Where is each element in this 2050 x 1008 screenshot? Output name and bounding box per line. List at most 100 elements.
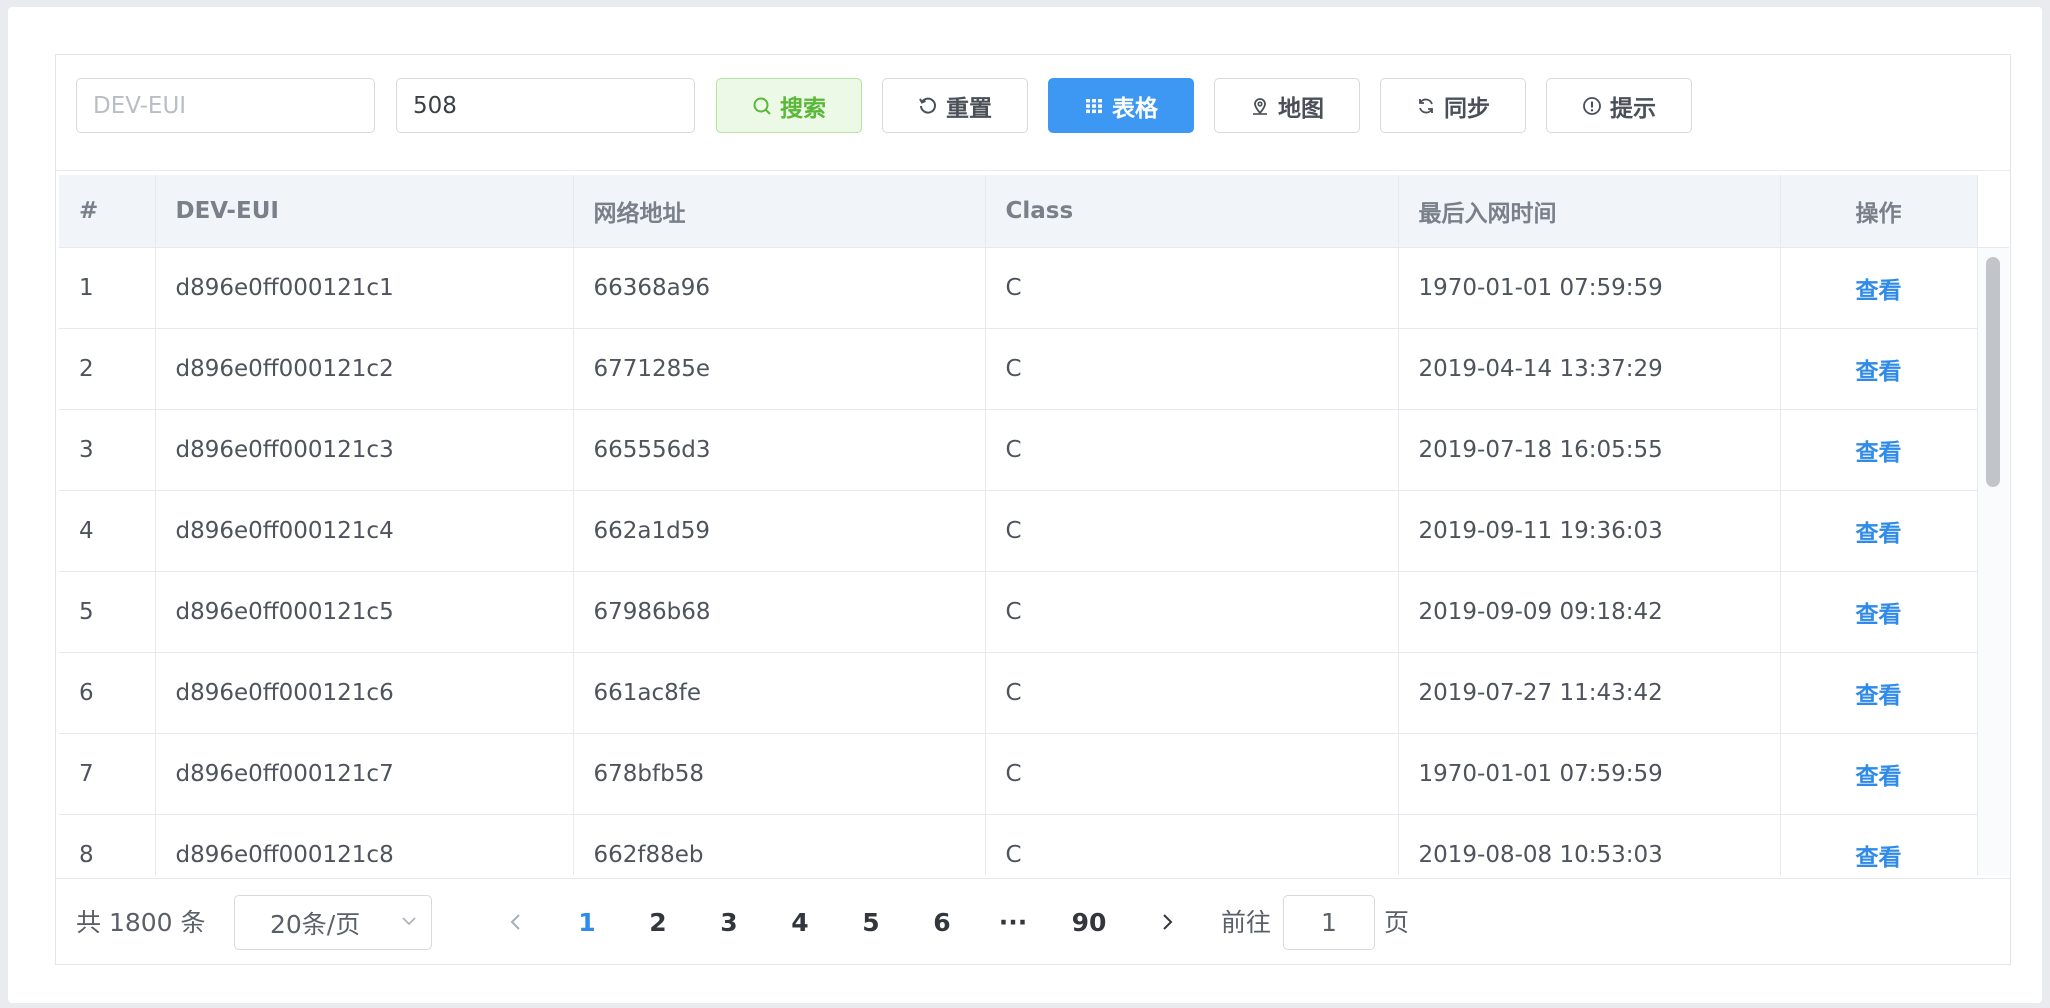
table-cell: 2019-09-09 09:18:42 (1398, 571, 1781, 653)
col-header-dev-eui[interactable]: DEV-EUI (155, 175, 574, 248)
map-view-button[interactable]: 地图 (1214, 78, 1360, 133)
page-size-select[interactable]: 20条/页 (234, 895, 432, 950)
table-cell: C (985, 409, 1399, 491)
reset-button[interactable]: 重置 (882, 78, 1028, 133)
table-cell: 查看 (1780, 571, 1978, 653)
table-cell: 2 (59, 328, 156, 410)
view-link[interactable]: 查看 (1856, 440, 1902, 466)
table-cell: 2019-07-18 16:05:55 (1398, 409, 1781, 491)
sync-button[interactable]: 同步 (1380, 78, 1526, 133)
page-button-1[interactable]: 1 (564, 897, 610, 947)
sync-button-label: 同步 (1444, 95, 1490, 122)
cell-index: 3 (79, 437, 94, 463)
cell-last-join-time: 2019-04-14 13:37:29 (1418, 356, 1663, 382)
cell-dev-eui: d896e0ff000121c7 (175, 761, 394, 787)
search-button[interactable]: 搜索 (716, 78, 862, 133)
map-view-button-label: 地图 (1278, 95, 1324, 122)
page-button-6[interactable]: 6 (919, 897, 965, 947)
second-filter-input[interactable] (396, 78, 695, 133)
device-table-container: # DEV-EUI 网络地址 Class 最后入网时间 操作 1 d896e0ff… (59, 175, 2009, 875)
page-button-5[interactable]: 5 (848, 897, 894, 947)
cell-index: 7 (79, 761, 94, 787)
chevron-down-icon (402, 917, 416, 926)
page-container: 搜索 重置 表格 地图 同步 (8, 7, 2042, 1003)
next-page-button[interactable] (1144, 897, 1190, 947)
view-link[interactable]: 查看 (1856, 278, 1902, 304)
cell-index: 8 (79, 842, 94, 868)
table-row: 7 d896e0ff000121c7 678bfb58 C 1970-01-01 07:… (59, 733, 1978, 815)
table-cell: 7 (59, 733, 156, 815)
col-header-last-join-time[interactable]: 最后入网时间 (1398, 175, 1781, 248)
table-view-button[interactable]: 表格 (1048, 78, 1194, 133)
cell-dev-eui: d896e0ff000121c1 (175, 275, 394, 301)
device-table: # DEV-EUI 网络地址 Class 最后入网时间 操作 1 d896e0ff… (59, 175, 1978, 875)
cell-network-address: 678bfb58 (593, 761, 704, 787)
table-cell: 查看 (1780, 247, 1978, 329)
table-cell: 4 (59, 490, 156, 572)
cell-network-address: 665556d3 (593, 437, 711, 463)
table-cell: 2019-04-14 13:37:29 (1398, 328, 1781, 410)
table-cell: d896e0ff000121c8 (155, 814, 574, 875)
table-cell: 查看 (1780, 328, 1978, 410)
cell-network-address: 6771285e (593, 356, 711, 382)
table-row: 1 d896e0ff000121c1 66368a96 C 1970-01-01 07:… (59, 247, 1978, 329)
table-body: 1 d896e0ff000121c1 66368a96 C 1970-01-01 07:… (59, 247, 1978, 875)
view-link[interactable]: 查看 (1856, 521, 1902, 547)
reset-button-label: 重置 (946, 95, 992, 122)
cell-network-address: 662f88eb (593, 842, 704, 868)
table-cell: C (985, 328, 1399, 410)
table-cell: 1970-01-01 07:59:59 (1398, 733, 1781, 815)
table-cell: C (985, 814, 1399, 875)
view-link[interactable]: 查看 (1856, 764, 1902, 790)
table-header-row: # DEV-EUI 网络地址 Class 最后入网时间 操作 (59, 175, 1978, 248)
table-cell: d896e0ff000121c2 (155, 328, 574, 410)
cell-dev-eui: d896e0ff000121c8 (175, 842, 394, 868)
table-cell: 8 (59, 814, 156, 875)
cell-last-join-time: 2019-07-27 11:43:42 (1418, 680, 1663, 706)
goto-suffix-label: 页 (1384, 908, 1410, 937)
page-button-4[interactable]: 4 (777, 897, 823, 947)
table-cell: C (985, 733, 1399, 815)
table-cell: 3 (59, 409, 156, 491)
table-row: 6 d896e0ff000121c6 661ac8fe C 2019-07-27 11:… (59, 652, 1978, 734)
table-cell: d896e0ff000121c6 (155, 652, 574, 734)
table-cell: 1970-01-01 07:59:59 (1398, 247, 1781, 329)
table-cell: 66368a96 (573, 247, 986, 329)
cell-class: C (1005, 356, 1022, 382)
col-header-class[interactable]: Class (985, 175, 1399, 248)
page-size-value: 20条/页 (270, 909, 361, 939)
page-button-3[interactable]: 3 (706, 897, 752, 947)
goto-page-input[interactable] (1283, 895, 1375, 950)
col-header-actions: 操作 (1780, 175, 1978, 248)
prev-page-button[interactable] (493, 897, 539, 947)
cell-index: 2 (79, 356, 94, 382)
cell-network-address: 662a1d59 (593, 518, 711, 544)
cell-dev-eui: d896e0ff000121c5 (175, 599, 394, 625)
view-link[interactable]: 查看 (1856, 359, 1902, 385)
cell-class: C (1005, 761, 1022, 787)
page-button-2[interactable]: 2 (635, 897, 681, 947)
table-row: 4 d896e0ff000121c4 662a1d59 C 2019-09-11 19:… (59, 490, 1978, 572)
table-cell: d896e0ff000121c4 (155, 490, 574, 572)
total-count: 共 1800 条 (76, 908, 206, 937)
col-header-index[interactable]: # (59, 175, 156, 248)
page-button-last[interactable]: 90 (1061, 897, 1117, 947)
filter-toolbar: 搜索 重置 表格 地图 同步 (56, 55, 2010, 171)
more-pages-ellipsis[interactable]: ··· (990, 897, 1036, 947)
table-row: 5 d896e0ff000121c5 67986b68 C 2019-09-09 09:… (59, 571, 1978, 653)
view-link[interactable]: 查看 (1856, 683, 1902, 709)
table-cell: d896e0ff000121c3 (155, 409, 574, 491)
dev-eui-input[interactable] (76, 78, 375, 133)
cell-class: C (1005, 680, 1022, 706)
cell-last-join-time: 2019-09-11 19:36:03 (1418, 518, 1663, 544)
scrollbar-thumb[interactable] (1986, 257, 2000, 487)
tip-button[interactable]: 提示 (1546, 78, 1692, 133)
cell-network-address: 661ac8fe (593, 680, 702, 706)
cell-network-address: 66368a96 (593, 275, 711, 301)
table-cell: 查看 (1780, 490, 1978, 572)
view-link[interactable]: 查看 (1856, 602, 1902, 628)
vertical-scrollbar[interactable] (1977, 248, 2009, 875)
col-header-network-address[interactable]: 网络地址 (573, 175, 986, 248)
cell-last-join-time: 1970-01-01 07:59:59 (1418, 275, 1663, 301)
view-link[interactable]: 查看 (1856, 845, 1902, 871)
